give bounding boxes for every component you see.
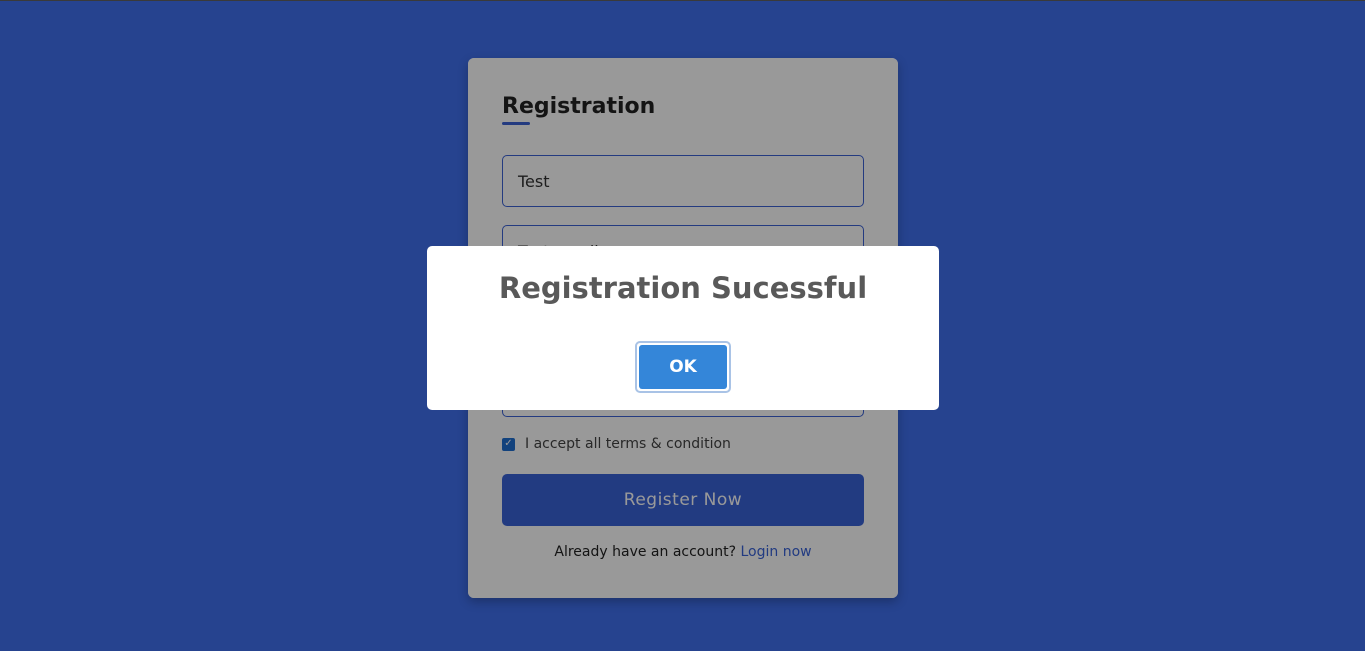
form-title: Registration: [502, 92, 864, 126]
form-title-text: Registration: [502, 94, 656, 119]
registration-card: Registration Test Test email ✓ I accept …: [468, 58, 898, 598]
name-field[interactable]: Test: [502, 155, 864, 207]
title-underline: [502, 122, 530, 125]
terms-label: I accept all terms & condition: [525, 436, 731, 452]
name-field-value: Test: [518, 171, 550, 191]
terms-checkbox[interactable]: ✓: [502, 437, 515, 451]
login-prompt-text: Already have an account?: [554, 544, 737, 560]
password-field[interactable]: [502, 295, 864, 347]
email-field-value: Test email: [518, 241, 599, 261]
email-field[interactable]: Test email: [502, 225, 864, 277]
register-button[interactable]: Register Now: [502, 474, 864, 526]
login-prompt-row: Already have an account? Login now: [468, 544, 898, 560]
ok-button-label: OK: [639, 345, 727, 389]
terms-row: ✓ I accept all terms & condition: [502, 436, 731, 452]
ok-button[interactable]: OK: [635, 341, 731, 393]
login-link[interactable]: Login now: [740, 544, 811, 560]
